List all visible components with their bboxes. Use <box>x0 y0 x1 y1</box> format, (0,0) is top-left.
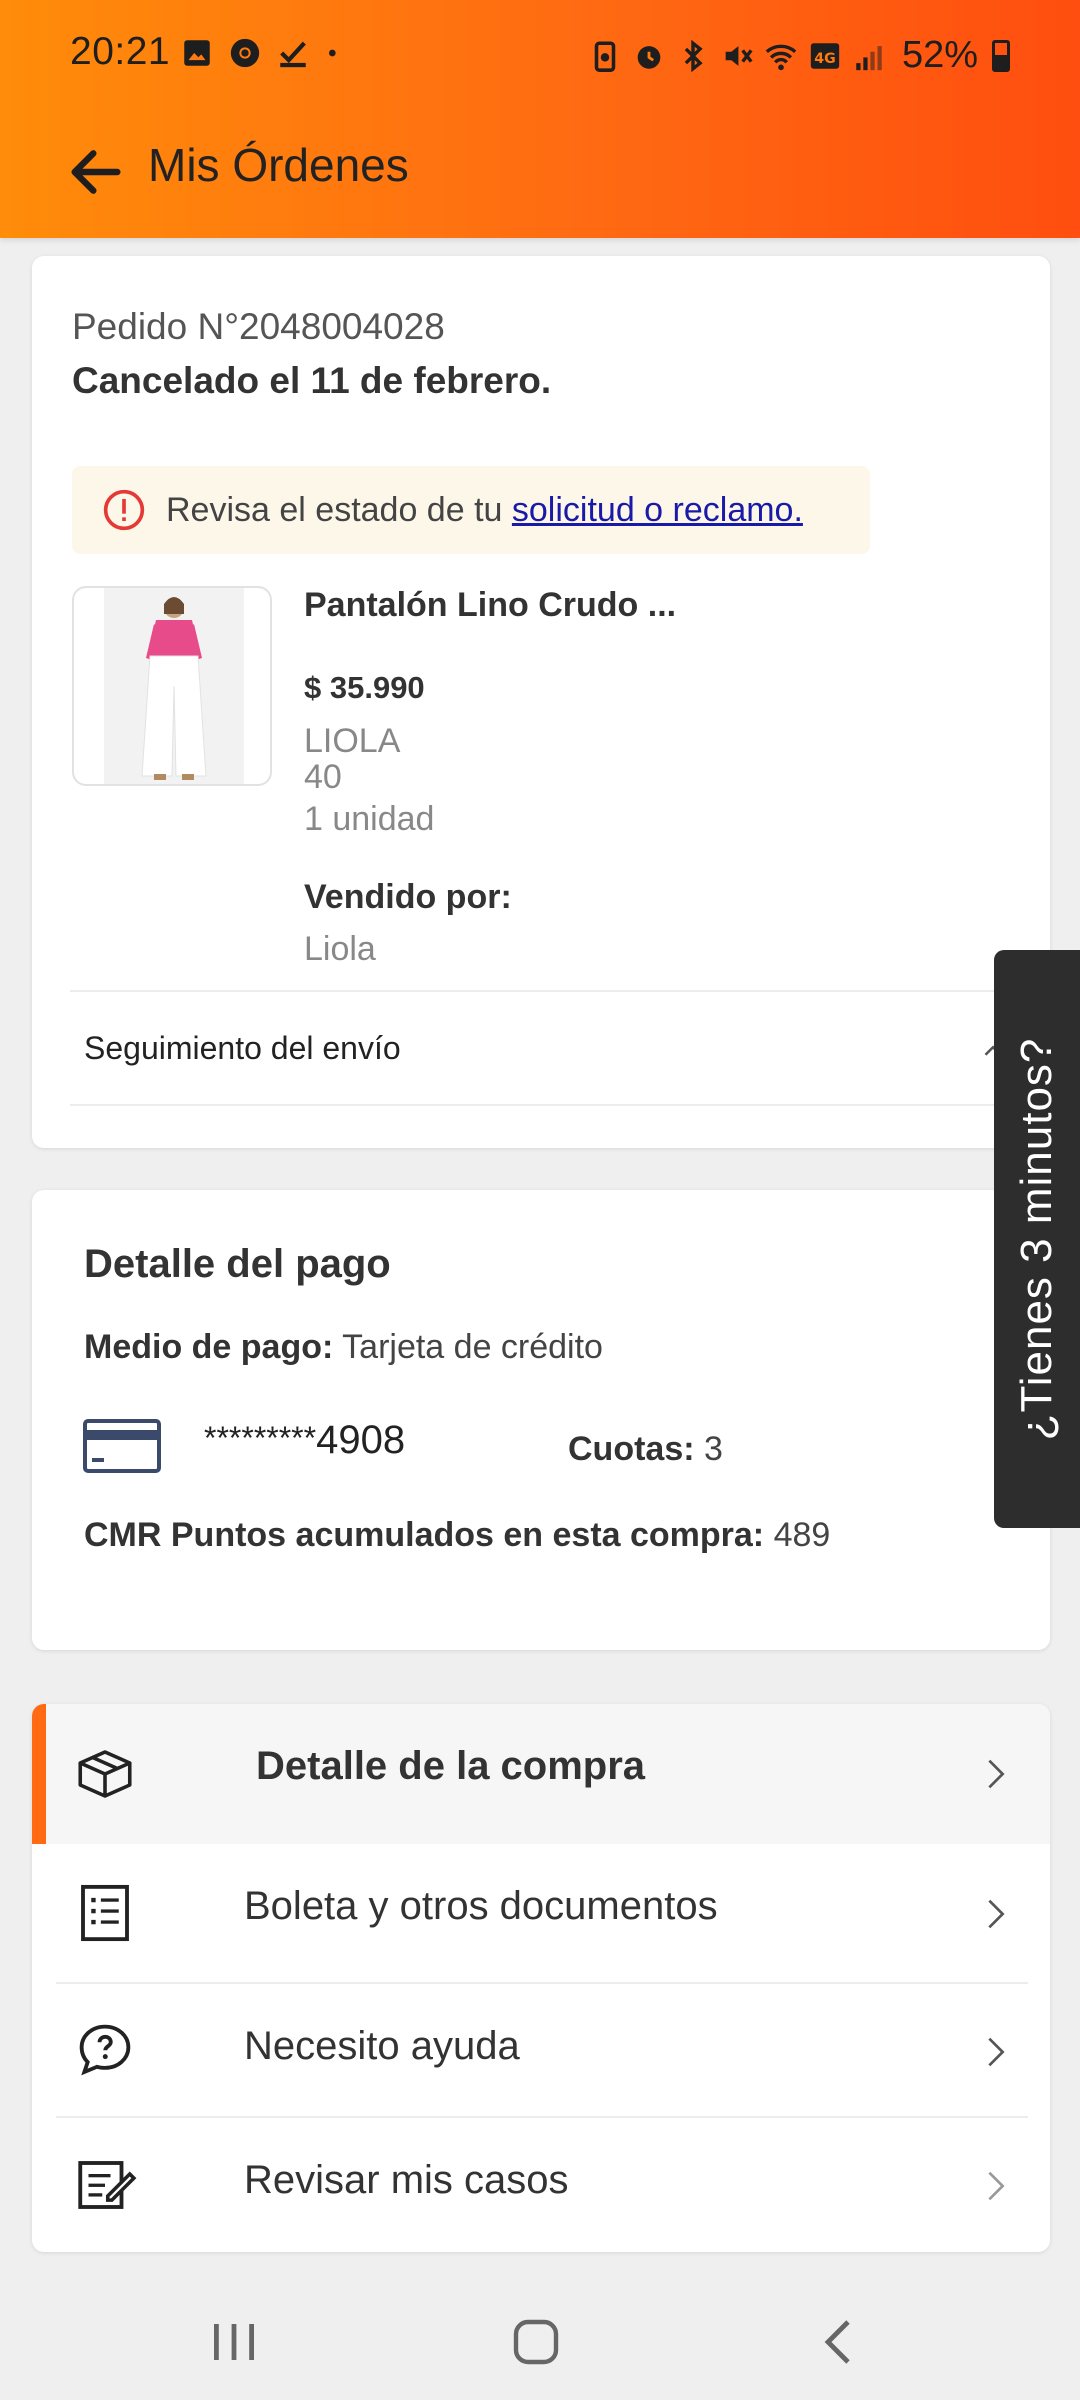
toolbar: Mis Órdenes <box>0 110 1080 238</box>
wifi-icon <box>765 44 797 70</box>
order-actions-menu: Detalle de la compra Boleta y otros docu… <box>32 1704 1050 2252</box>
status-time: 20:21 <box>70 30 171 73</box>
menu-item-my-cases[interactable]: Revisar mis casos <box>32 2118 1050 2252</box>
box-icon <box>78 1750 132 1798</box>
download-check-icon <box>280 41 306 68</box>
chevron-right-icon <box>988 1899 1005 1929</box>
battery-percent: 52% <box>901 34 978 76</box>
home-icon[interactable] <box>506 2312 566 2372</box>
status-notification-icons <box>180 36 344 70</box>
mute-icon <box>725 45 753 66</box>
survey-tab-label: ¿Tienes 3 minutos? <box>1012 1037 1061 1441</box>
battery-icon <box>992 39 1010 72</box>
menu-label: Detalle de la compra <box>256 1744 646 1788</box>
app-header: 20:21 4G 52% Mis Órdenes <box>0 0 1080 238</box>
credit-card-icon <box>83 1419 161 1473</box>
bluetooth-icon <box>684 39 703 72</box>
chrome-icon <box>230 38 260 68</box>
product-price: $ 35.990 <box>304 670 425 705</box>
help-chat-icon <box>79 2024 131 2076</box>
volte-4g-icon: 4G <box>810 42 840 69</box>
tracking-label: Seguimiento del envío <box>84 1030 401 1066</box>
seller-name: Liola <box>304 930 376 968</box>
product-size: 40 <box>304 758 342 796</box>
signal-icon <box>856 45 882 70</box>
status-bar: 20:21 4G 52% <box>0 0 1080 110</box>
back-arrow-icon[interactable] <box>64 140 128 204</box>
battery-saver-icon <box>594 40 616 72</box>
back-icon[interactable] <box>810 2312 870 2372</box>
payment-method: Medio de pago: Tarjeta de crédito <box>84 1328 603 1366</box>
claim-link[interactable]: solicitud o reclamo. <box>512 491 803 529</box>
cmr-points: CMR Puntos acumulados en esta compra: 48… <box>84 1516 831 1554</box>
seller-label: Vendido por: <box>304 878 512 916</box>
menu-label: Boleta y otros documentos <box>244 1884 718 1928</box>
page-title: Mis Órdenes <box>148 139 409 191</box>
dot-icon <box>329 49 336 57</box>
cases-icon <box>78 2161 137 2209</box>
alert-circle-icon <box>103 489 145 531</box>
installments: Cuotas: 3 <box>568 1430 723 1468</box>
chevron-right-icon <box>988 2171 1005 2201</box>
payment-title: Detalle del pago <box>84 1242 391 1286</box>
order-card: Pedido N°2048004028 Cancelado el 11 de f… <box>32 256 1050 1148</box>
menu-item-documents[interactable]: Boleta y otros documentos <box>32 1844 1050 1982</box>
order-number: Pedido N°2048004028 <box>72 306 445 347</box>
menu-label: Revisar mis casos <box>244 2158 569 2202</box>
menu-item-purchase-detail[interactable]: Detalle de la compra <box>32 1704 1050 1844</box>
status-system-icons: 4G 52% <box>588 34 1010 77</box>
system-navigation-bar <box>0 2272 1080 2400</box>
card-number: *********4908 <box>204 1418 406 1462</box>
menu-item-need-help[interactable]: Necesito ayuda <box>32 1984 1050 2116</box>
receipt-icon <box>81 1884 129 1942</box>
product-image[interactable] <box>72 586 272 786</box>
payment-card: Detalle del pago Medio de pago: Tarjeta … <box>32 1190 1050 1650</box>
claim-alert: Revisa el estado de tu solicitud o recla… <box>72 466 870 554</box>
svg-text:4G: 4G <box>814 51 835 67</box>
image-icon <box>184 40 210 66</box>
alert-text: Revisa el estado de tu solicitud o recla… <box>166 490 803 529</box>
survey-feedback-tab[interactable]: ¿Tienes 3 minutos? <box>994 950 1080 1528</box>
product-quantity: 1 unidad <box>304 800 435 838</box>
chevron-right-icon <box>988 2037 1005 2067</box>
recent-apps-icon[interactable] <box>204 2312 264 2372</box>
product-name[interactable]: Pantalón Lino Crudo ... <box>304 586 676 625</box>
product-brand: LIOLA <box>304 722 401 760</box>
shipment-tracking-toggle[interactable]: Seguimiento del envío <box>70 990 1028 1106</box>
order-status: Cancelado el 11 de febrero. <box>72 360 552 401</box>
product-photo <box>104 588 244 784</box>
alarm-icon <box>637 45 661 69</box>
chevron-right-icon <box>988 1759 1005 1789</box>
menu-label: Necesito ayuda <box>244 2024 520 2068</box>
